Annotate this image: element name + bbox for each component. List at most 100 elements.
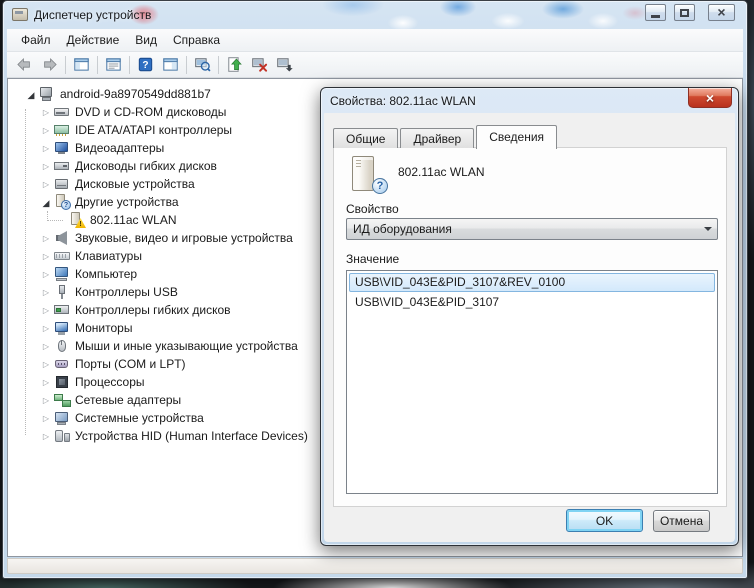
close-button[interactable] [708,4,735,21]
expander-expanded-icon[interactable] [41,193,51,212]
action-pane-icon [162,56,179,73]
tree-item-label: Мыши и иные указывающие устройства [75,339,298,353]
tree-item-label: Компьютер [75,267,138,281]
close-icon [706,90,714,106]
tree-item-label: Процессоры [75,375,145,389]
workstation-icon [39,86,56,102]
mouse-icon [54,338,71,354]
dropdown-arrow [703,227,712,231]
properties-icon [105,56,122,73]
expander-collapsed-icon[interactable] [41,102,51,122]
minimize-button[interactable] [645,4,666,21]
tree-item-label: android-9a8970549dd881b7 [60,87,211,101]
tab-driver[interactable]: Драйвер [400,128,475,148]
forward-icon [41,56,58,73]
tab-general[interactable]: Общие [333,128,399,148]
ok-button[interactable]: OK [566,509,643,532]
tree-item-label: IDE ATA/ATAPI контроллеры [75,123,233,137]
properties-button[interactable] [101,54,126,76]
expander-collapsed-icon[interactable] [41,228,51,248]
tree-item-label: Системные устройства [75,411,204,425]
dialog-title: Свойства: 802.11ac WLAN [330,93,476,108]
menu-item-view[interactable]: Вид [127,31,165,50]
tab-strip: Общие Драйвер Сведения [333,124,559,149]
unknown-device-icon [348,156,390,194]
expander-collapsed-icon[interactable] [41,138,51,158]
window-titlebar[interactable]: Диспетчер устройств [3,1,747,29]
expander-collapsed-icon[interactable] [41,372,51,392]
hid-device-icon [54,428,71,444]
expander-collapsed-icon[interactable] [41,246,51,266]
value-label: Значение [346,252,400,266]
disable-device-icon [276,56,293,73]
computer-icon [54,266,71,282]
help-button[interactable] [133,54,158,76]
menu-item-file[interactable]: Файл [13,31,59,50]
forward-button[interactable] [37,54,62,76]
tree-item-label: Порты (COM и LPT) [75,357,186,371]
update-driver-icon [226,56,243,73]
device-manager-icon [12,8,28,21]
tree-item-label: Устройства HID (Human Interface Devices) [75,429,308,443]
tree-item-label: DVD и CD-ROM дисководы [75,105,227,119]
value-list[interactable]: USB\VID_043E&PID_3107&REV_0100 USB\VID_04… [346,270,718,494]
dialog-close-button[interactable] [688,88,732,108]
expander-collapsed-icon[interactable] [41,390,51,410]
toolbar-separator [218,55,219,74]
network-adapter-icon [54,392,71,408]
property-dropdown-value: ИД оборудования [353,222,452,236]
desktop: { "window": { "title": "Диспетчер устрой… [0,0,754,588]
question-badge-icon [372,178,388,194]
tree-item-label: Контроллеры гибких дисков [75,303,231,317]
tree-item-label: Другие устройства [75,195,179,209]
property-dropdown[interactable]: ИД оборудования [346,218,718,240]
expander-collapsed-icon[interactable] [41,120,51,140]
expander-collapsed-icon[interactable] [41,264,51,284]
menu-item-help[interactable]: Справка [165,31,228,50]
expander-expanded-icon[interactable] [26,85,36,104]
tree-guide-line [47,211,63,221]
update-driver-button[interactable] [222,54,247,76]
toolbar-separator [65,55,66,74]
cancel-button[interactable]: Отмена [653,510,710,532]
scan-hardware-changes-button[interactable] [190,54,215,76]
help-icon [137,56,154,73]
uninstall-device-button[interactable] [247,54,272,76]
disk-drive-icon [54,176,71,192]
console-tree-button[interactable] [69,54,94,76]
property-label: Свойство [346,202,399,216]
tree-item-label: Дисководы гибких дисков [75,159,217,173]
back-button[interactable] [12,54,37,76]
disable-device-button[interactable] [272,54,297,76]
action-pane-button[interactable] [158,54,183,76]
tree-item-label: 802.11ac WLAN [90,213,177,227]
maximize-button[interactable] [674,4,695,21]
tree-guide-line [25,109,26,435]
expander-collapsed-icon[interactable] [41,408,51,428]
hardware-id-item[interactable]: USB\VID_043E&PID_3107&REV_0100 [349,273,715,292]
hardware-id-item[interactable]: USB\VID_043E&PID_3107 [349,293,715,312]
usb-controller-icon [54,284,71,300]
dialog-titlebar[interactable]: Свойства: 802.11ac WLAN [321,88,738,113]
maximize-icon [680,8,689,17]
ide-controller-icon [54,122,71,138]
tab-details[interactable]: Сведения [476,125,558,149]
sound-device-icon [54,230,71,246]
expander-collapsed-icon[interactable] [41,318,51,338]
expander-collapsed-icon[interactable] [41,282,51,302]
expander-collapsed-icon[interactable] [41,426,51,446]
expander-collapsed-icon[interactable] [41,354,51,374]
video-adapter-icon [54,140,71,156]
console-tree-icon [73,56,90,73]
caption-buttons [637,4,735,21]
expander-collapsed-icon[interactable] [41,174,51,194]
expander-collapsed-icon[interactable] [41,300,51,320]
expander-collapsed-icon[interactable] [41,156,51,176]
menu-item-action[interactable]: Действие [59,31,128,50]
expander-collapsed-icon[interactable] [41,336,51,356]
toolbar-separator [186,55,187,74]
chevron-down-icon[interactable] [699,220,716,238]
tree-item-label: Мониторы [75,321,133,335]
tree-item-label: Звуковые, видео и игровые устройства [75,231,293,245]
properties-dialog: Свойства: 802.11ac WLAN ОбщиеДрайверСвед… [320,87,739,546]
